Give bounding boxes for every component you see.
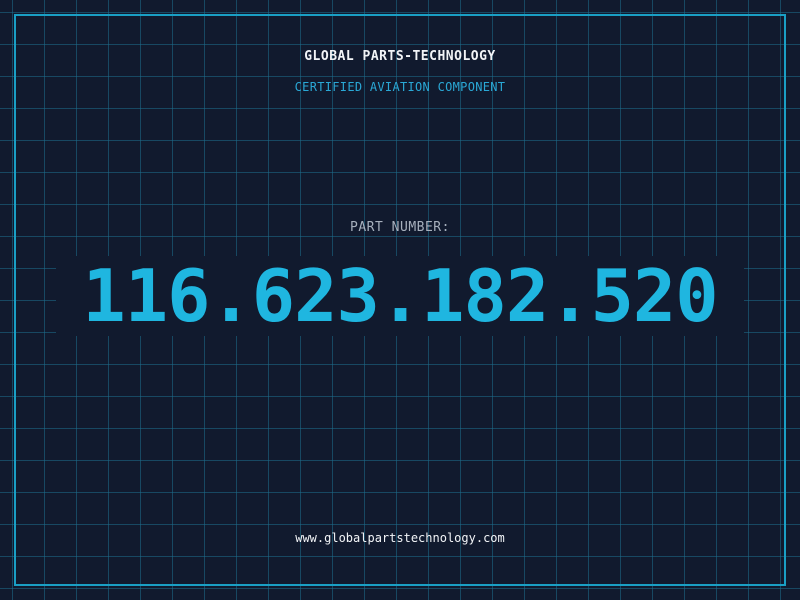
label-canvas: GLOBAL PARTS-TECHNOLOGY CERTIFIED AVIATI… bbox=[0, 0, 800, 600]
certification-tagline: CERTIFIED AVIATION COMPONENT bbox=[294, 80, 506, 94]
part-number-panel: 116.623.182.520 bbox=[56, 256, 744, 336]
website-url: www.globalpartstechnology.com bbox=[295, 531, 505, 545]
part-number-label: PART NUMBER: bbox=[350, 220, 450, 235]
part-number-value: 116.623.182.520 bbox=[82, 254, 718, 338]
company-name: GLOBAL PARTS-TECHNOLOGY bbox=[304, 49, 496, 64]
